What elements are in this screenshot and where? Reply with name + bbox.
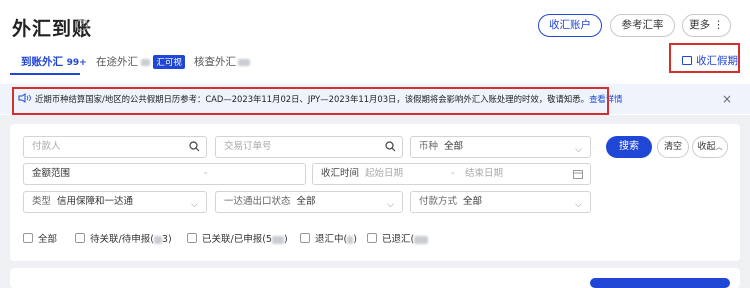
start-date-placeholder: 起始日期 bbox=[365, 168, 404, 179]
payer-placeholder: 付款人 bbox=[32, 141, 61, 152]
pay-method-select[interactable]: 付款方式 全部 ⌵ bbox=[410, 191, 591, 213]
pay-method-label: 付款方式 bbox=[419, 196, 458, 207]
checkbox-label: 已关联/已申报(5 bbox=[202, 234, 272, 245]
tab-label: 在途外汇 bbox=[96, 56, 142, 68]
checkbox-count-tail: ) bbox=[353, 234, 357, 245]
amount-range-input[interactable]: 金额范围 - bbox=[23, 163, 306, 185]
fx-visible-tag: 汇可视 bbox=[153, 55, 185, 69]
ydt-label: 一达通出口状态 bbox=[224, 196, 291, 207]
payer-input[interactable]: 付款人 bbox=[23, 136, 207, 158]
date-separator: - bbox=[451, 168, 455, 179]
active-tab-indicator bbox=[10, 73, 80, 75]
order-placeholder: 交易订单号 bbox=[224, 141, 272, 152]
chevron-down-icon: ⌵ bbox=[575, 145, 582, 155]
checkbox-count-tail: 3) bbox=[161, 234, 172, 245]
order-number-input[interactable]: 交易订单号 bbox=[215, 136, 403, 158]
amount-label: 金额范围 bbox=[32, 168, 71, 179]
primary-action-button[interactable] bbox=[590, 278, 730, 288]
checkbox[interactable] bbox=[75, 233, 85, 243]
collect-account-button[interactable]: 收汇账户 bbox=[538, 14, 602, 37]
tab-in-transit-fx[interactable]: 在途外汇 汇可视 bbox=[96, 54, 185, 69]
calendar-icon[interactable] bbox=[573, 169, 583, 179]
blurred-count bbox=[153, 235, 162, 244]
type-label: 类型 bbox=[32, 196, 52, 207]
checkbox[interactable] bbox=[367, 233, 377, 243]
checkbox-label: 全部 bbox=[38, 234, 58, 245]
tab-label: 核查外汇 bbox=[194, 56, 236, 68]
blurred-count bbox=[414, 235, 429, 244]
type-value: 信用保障和一达通 bbox=[57, 196, 134, 207]
chevron-up-icon: ︿ bbox=[715, 143, 723, 151]
blurred-count bbox=[238, 58, 250, 66]
status-check-linked[interactable]: 已关联/已申报(5) bbox=[187, 231, 288, 245]
blurred-count bbox=[141, 58, 151, 66]
end-date-placeholder: 结束日期 bbox=[465, 168, 504, 179]
currency-select[interactable]: 币种 全部 ⌵ bbox=[410, 136, 591, 158]
search-icon[interactable] bbox=[189, 141, 200, 152]
search-icon[interactable] bbox=[385, 141, 396, 152]
tab-badge: 99+ bbox=[66, 58, 87, 68]
status-check-all[interactable]: 全部 bbox=[23, 231, 57, 245]
checkbox[interactable] bbox=[300, 233, 310, 243]
calendar-icon bbox=[682, 56, 692, 65]
checkbox[interactable] bbox=[23, 233, 33, 243]
checkbox-label: 退汇中( bbox=[315, 234, 348, 245]
checkbox-label: 待关联/待申报( bbox=[90, 234, 154, 245]
ydt-value: 全部 bbox=[296, 196, 316, 207]
holiday-button[interactable]: 收汇假期 bbox=[682, 53, 738, 68]
checkbox-count-tail: ) bbox=[283, 234, 288, 245]
chevron-down-icon: ⌵ bbox=[575, 200, 582, 210]
collect-time-label: 收汇时间 bbox=[321, 168, 360, 179]
checkbox[interactable] bbox=[187, 233, 197, 243]
close-icon[interactable]: × bbox=[722, 92, 732, 106]
notice-highlight bbox=[12, 87, 609, 115]
search-button[interactable]: 搜索 bbox=[606, 136, 652, 158]
blurred-count bbox=[271, 235, 284, 244]
tab-label: 到账外汇 bbox=[21, 56, 67, 68]
clear-button[interactable]: 清空 bbox=[657, 136, 689, 158]
ydt-status-select[interactable]: 一达通出口状态 全部 ⌵ bbox=[215, 191, 403, 213]
more-button[interactable]: 更多 ⋮ bbox=[682, 14, 731, 37]
reference-rate-button[interactable]: 参考汇率 bbox=[610, 14, 675, 37]
chevron-down-icon: ⌵ bbox=[191, 200, 198, 210]
holiday-label: 收汇假期 bbox=[696, 55, 738, 67]
currency-value: 全部 bbox=[444, 141, 464, 152]
type-select[interactable]: 类型 信用保障和一达通 ⌵ bbox=[23, 191, 207, 213]
collapse-button[interactable]: 收起︿ bbox=[692, 136, 728, 158]
checkbox-label: 已退汇( bbox=[382, 234, 415, 245]
tab-check-fx[interactable]: 核查外汇 bbox=[194, 54, 250, 69]
collect-time-range[interactable]: 收汇时间 起始日期 - 结束日期 bbox=[312, 163, 591, 185]
currency-label: 币种 bbox=[419, 141, 439, 152]
status-check-pending[interactable]: 待关联/待申报( 3) bbox=[75, 231, 172, 245]
help-icon[interactable]: ? bbox=[76, 19, 88, 31]
status-check-refunded[interactable]: 已退汇( bbox=[367, 231, 429, 245]
amount-separator: - bbox=[204, 168, 208, 179]
tab-received-fx[interactable]: 到账外汇 99+ bbox=[21, 54, 87, 69]
blurred-count bbox=[347, 235, 354, 244]
chevron-down-icon: ⌵ bbox=[387, 200, 394, 210]
collapse-label: 收起 bbox=[697, 142, 716, 152]
pay-method-value: 全部 bbox=[463, 196, 483, 207]
status-check-refunding[interactable]: 退汇中() bbox=[300, 231, 357, 245]
